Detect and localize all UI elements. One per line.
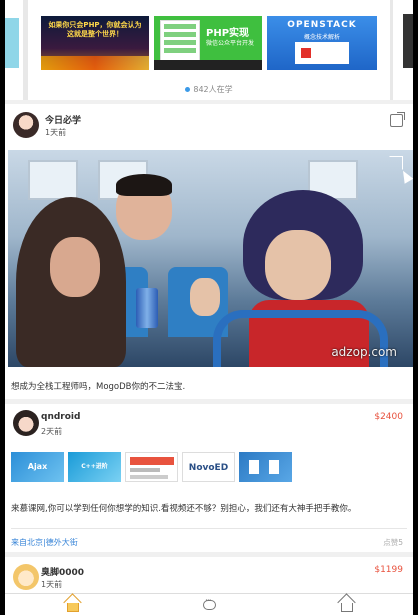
gallery-image[interactable]: [239, 452, 292, 482]
banner-footer-bar: [154, 60, 262, 70]
gallery-image[interactable]: NovoED: [182, 452, 235, 482]
post-card[interactable]: 今日必学 1天前 adzop.com 想成为全栈工程师吗，MogoDB你的不二法…: [5, 104, 413, 399]
online-dot-icon: [185, 87, 191, 92]
banner-php-world[interactable]: 如果你只会PHP，你就会认为这就是整个世界！: [41, 16, 149, 70]
post-card[interactable]: qndroid 2天前 $2400 Ajax C++进阶 NovoED 来慕课网…: [5, 404, 413, 552]
tab-profile[interactable]: [339, 597, 355, 613]
waving-hand: [190, 278, 220, 316]
divider: [11, 528, 407, 529]
gallery-image[interactable]: Ajax: [11, 452, 64, 482]
banner-subtitle: 微信公众平台开发: [206, 40, 255, 47]
person-middle: [116, 174, 172, 240]
post-username[interactable]: 臭脚0000: [41, 565, 84, 578]
banner-openstack[interactable]: OPENSTACK 概念技术解析: [267, 16, 377, 70]
avatar[interactable]: [13, 410, 39, 436]
post-time: 1天前: [41, 580, 63, 589]
post-time: 2天前: [41, 427, 63, 436]
share-icon[interactable]: [390, 112, 405, 127]
post-username[interactable]: qndroid: [41, 412, 80, 422]
price-tag: $2400: [374, 412, 403, 422]
city-lights: [41, 56, 149, 70]
avatar[interactable]: [13, 112, 39, 138]
post-username[interactable]: 今日必学: [45, 113, 81, 126]
post-caption: 想成为全栈工程师吗，MogoDB你的不二法宝.: [11, 382, 186, 392]
person-left: [16, 197, 126, 367]
message-icon: [203, 596, 216, 610]
avatar[interactable]: [13, 564, 39, 590]
price-tag: $1199: [374, 565, 403, 575]
tab-home[interactable]: [65, 597, 81, 613]
logo-icon: [301, 48, 311, 58]
train-window: [28, 160, 78, 200]
like-count[interactable]: 点赞5: [383, 537, 403, 548]
video-player[interactable]: adzop.com: [8, 150, 413, 367]
fullscreen-icon[interactable]: [389, 156, 403, 170]
online-counter: 842人在学: [28, 84, 390, 95]
carousel-next-slide[interactable]: [393, 0, 413, 100]
prev-slide-preview: [5, 18, 19, 68]
home-icon: [67, 603, 79, 612]
banner-carousel[interactable]: 如果你只会PHP，你就会认为这就是整个世界！ PHP实现 微信公众平台开发 OP…: [5, 0, 413, 100]
soda-can: [136, 288, 158, 328]
gallery-image[interactable]: C++进阶: [68, 452, 121, 482]
carousel-current-slide[interactable]: 如果你只会PHP，你就会认为这就是整个世界！ PHP实现 微信公众平台开发 OP…: [28, 0, 390, 100]
post-description: 来慕课网,你可以学到任何你想学的知识.看视频还不够？别担心，我们还有大神手把手教…: [11, 504, 357, 514]
bottom-tab-bar: [5, 593, 413, 615]
banner-logo-box: [295, 42, 349, 64]
gallery-image[interactable]: [125, 452, 178, 482]
banner-headline: PHP实现: [206, 28, 250, 39]
banner-headline: OPENSTACK: [287, 20, 357, 30]
tab-messages[interactable]: [201, 596, 217, 613]
carousel-prev-slide[interactable]: [5, 0, 23, 100]
app-screen: 如果你只会PHP，你就会认为这就是整个世界！ PHP实现 微信公众平台开发 OP…: [5, 0, 413, 615]
home-outline-icon: [341, 603, 353, 612]
post-time: 1天前: [45, 128, 67, 137]
post-location[interactable]: 来自北京|德外大街: [11, 537, 78, 548]
post-card[interactable]: 臭脚0000 1天前 $1199: [5, 557, 413, 593]
banner-subtitle: 概念技术解析: [303, 34, 340, 41]
video-watermark: adzop.com: [331, 345, 397, 359]
banner-php-wechat[interactable]: PHP实现 微信公众平台开发: [154, 16, 262, 70]
banner-headline: 如果你只会PHP，你就会认为这就是整个世界！: [48, 21, 142, 38]
next-slide-preview: [403, 14, 413, 68]
online-count-text: 842人在学: [193, 85, 233, 94]
